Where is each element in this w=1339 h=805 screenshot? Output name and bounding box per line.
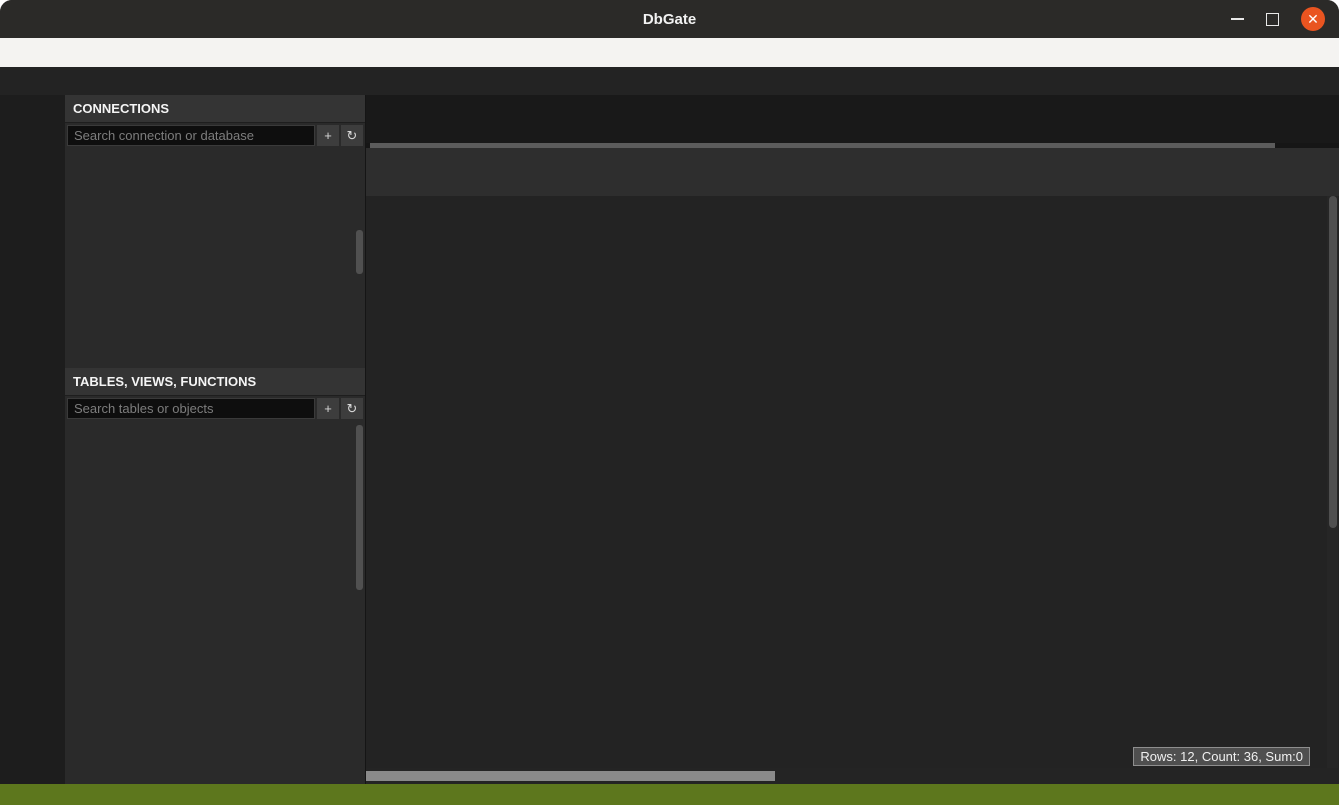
window-title: DbGate xyxy=(643,11,696,28)
tables-tree xyxy=(65,421,365,784)
connections-refresh-button[interactable]: ↻ xyxy=(341,125,363,146)
maximize-button[interactable] xyxy=(1266,13,1279,26)
status-bar xyxy=(0,784,1339,805)
main-area: CONNECTIONS + ↻ TABLES, VIEWS, FUNCTIONS… xyxy=(0,95,1339,784)
grid-horizontal-scrollbar[interactable] xyxy=(366,768,1339,784)
connections-panel-header: CONNECTIONS xyxy=(65,95,365,123)
selection-stats-overlay: Rows: 12, Count: 36, Sum:0 xyxy=(1133,747,1310,766)
grid-vertical-scrollbar[interactable] xyxy=(1327,196,1338,768)
connections-search-input[interactable] xyxy=(67,125,315,146)
connections-list xyxy=(65,148,365,368)
grid-header-row xyxy=(366,148,1339,174)
icon-rail xyxy=(0,95,65,784)
tab-strip xyxy=(366,95,1339,143)
side-panels: CONNECTIONS + ↻ TABLES, VIEWS, FUNCTIONS… xyxy=(65,95,366,784)
grid-rows: Rows: 12, Count: 36, Sum:0 xyxy=(366,196,1322,768)
tables-search-input[interactable] xyxy=(67,398,315,419)
grid-filter-row xyxy=(366,174,1339,196)
title-bar: DbGate ✕ xyxy=(0,0,1339,38)
window-controls: ✕ xyxy=(1231,0,1325,38)
dbgate-window: DbGate ✕ CONNECTIONS + ↻ TABLES, VIEWS, … xyxy=(0,0,1339,805)
tables-scrollbar[interactable] xyxy=(356,425,363,590)
connections-scrollbar[interactable] xyxy=(356,230,363,274)
add-table-small-button[interactable]: + xyxy=(317,398,339,419)
menu-bar xyxy=(0,38,1339,67)
minimize-button[interactable] xyxy=(1231,18,1244,20)
add-connection-small-button[interactable]: + xyxy=(317,125,339,146)
tables-panel-header: TABLES, VIEWS, FUNCTIONS xyxy=(65,368,365,396)
toolbar xyxy=(0,67,1339,95)
close-button[interactable]: ✕ xyxy=(1301,7,1325,31)
data-grid: Rows: 12, Count: 36, Sum:0 xyxy=(366,148,1339,784)
tables-search-row: + ↻ xyxy=(65,396,365,421)
tables-refresh-button[interactable]: ↻ xyxy=(341,398,363,419)
content-area: Rows: 12, Count: 36, Sum:0 xyxy=(366,95,1339,784)
connections-search-row: + ↻ xyxy=(65,123,365,148)
